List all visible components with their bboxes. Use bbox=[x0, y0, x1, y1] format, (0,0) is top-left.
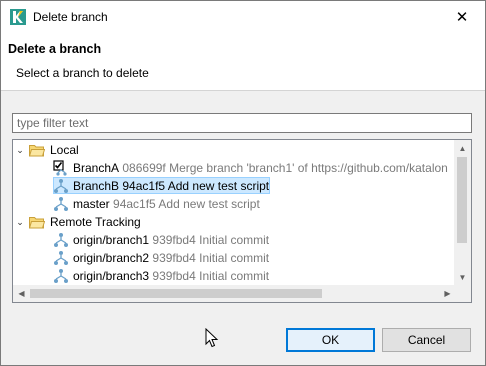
tree-item-master[interactable]: master 94ac1f5 Add new test script bbox=[53, 195, 471, 213]
branch-name: master bbox=[73, 197, 110, 211]
tree-group-label: Remote Tracking bbox=[50, 215, 141, 229]
window-title: Delete branch bbox=[33, 9, 108, 24]
folder-open-icon bbox=[29, 216, 45, 228]
branch-name: BranchB bbox=[73, 179, 120, 193]
branch-icon bbox=[54, 197, 68, 211]
branch-icon bbox=[54, 269, 68, 283]
branch-detail: 086699f Merge branch 'branch1' of https:… bbox=[122, 161, 448, 175]
branch-name: origin/branch1 bbox=[73, 233, 150, 247]
katalon-app-icon bbox=[10, 8, 26, 25]
dialog-heading: Delete a branch bbox=[8, 42, 102, 56]
tree-item-origin-branch1[interactable]: origin/branch1 939fbd4 Initial commit bbox=[53, 231, 471, 249]
tree-item-brancha[interactable]: BranchA 086699f Merge branch 'branch1' o… bbox=[53, 159, 471, 177]
branch-name: origin/branch3 bbox=[73, 269, 150, 283]
tree-item-branchb[interactable]: BranchB 94ac1f5 Add new test script bbox=[53, 177, 471, 195]
chevron-down-icon[interactable]: ⌄ bbox=[15, 213, 25, 231]
dialog-message: Select a branch to delete bbox=[16, 66, 149, 80]
branch-detail: 939fbd4 Initial commit bbox=[152, 269, 270, 283]
tree-group-local[interactable]: ⌄ Local bbox=[13, 141, 453, 159]
delete-branch-dialog: Delete branch ✕ Delete a branch Select a… bbox=[0, 0, 486, 366]
vertical-scroll-thumb[interactable] bbox=[457, 157, 467, 243]
tree-item-origin-branch3[interactable]: origin/branch3 939fbd4 Initial commit bbox=[53, 267, 471, 285]
branch-detail: 94ac1f5 Add new test script bbox=[113, 197, 260, 211]
scrollbar-corner bbox=[454, 285, 471, 302]
branch-detail: 939fbd4 Initial commit bbox=[152, 233, 270, 247]
scroll-left-icon[interactable]: ◀ bbox=[13, 285, 30, 302]
close-button[interactable]: ✕ bbox=[439, 1, 485, 32]
tree-item-origin-branch2[interactable]: origin/branch2 939fbd4 Initial commit bbox=[53, 249, 471, 267]
horizontal-scrollbar[interactable]: ◀ ▶ bbox=[13, 285, 456, 302]
dialog-header: Delete a branch Select a branch to delet… bbox=[1, 32, 485, 91]
checked-out-branch-icon bbox=[53, 160, 67, 176]
cancel-button[interactable]: Cancel bbox=[382, 328, 471, 352]
branch-icon bbox=[54, 179, 68, 193]
folder-open-icon bbox=[29, 144, 45, 156]
branch-icon bbox=[54, 251, 68, 265]
filter-input[interactable] bbox=[12, 113, 472, 133]
mouse-cursor-icon bbox=[205, 328, 219, 348]
vertical-scrollbar[interactable]: ▲ ▼ bbox=[454, 140, 471, 286]
horizontal-scroll-thumb[interactable] bbox=[30, 289, 322, 298]
branch-detail: 939fbd4 Initial commit bbox=[152, 251, 270, 265]
close-icon: ✕ bbox=[455, 8, 469, 26]
scroll-down-icon[interactable]: ▼ bbox=[454, 269, 471, 286]
branch-tree[interactable]: ⌄ Local BranchA 086699f Merge branch 'br… bbox=[12, 139, 472, 303]
tree-group-label: Local bbox=[50, 143, 79, 157]
branch-detail: 94ac1f5 Add new test script bbox=[122, 179, 270, 193]
tree-group-remote-tracking[interactable]: ⌄ Remote Tracking bbox=[13, 213, 453, 231]
scroll-up-icon[interactable]: ▲ bbox=[454, 140, 471, 157]
chevron-down-icon[interactable]: ⌄ bbox=[15, 141, 25, 159]
branch-name: origin/branch2 bbox=[73, 251, 150, 265]
title-bar: Delete branch ✕ bbox=[1, 1, 485, 32]
ok-button[interactable]: OK bbox=[286, 328, 375, 352]
branch-name: BranchA bbox=[73, 161, 120, 175]
branch-icon bbox=[54, 233, 68, 247]
